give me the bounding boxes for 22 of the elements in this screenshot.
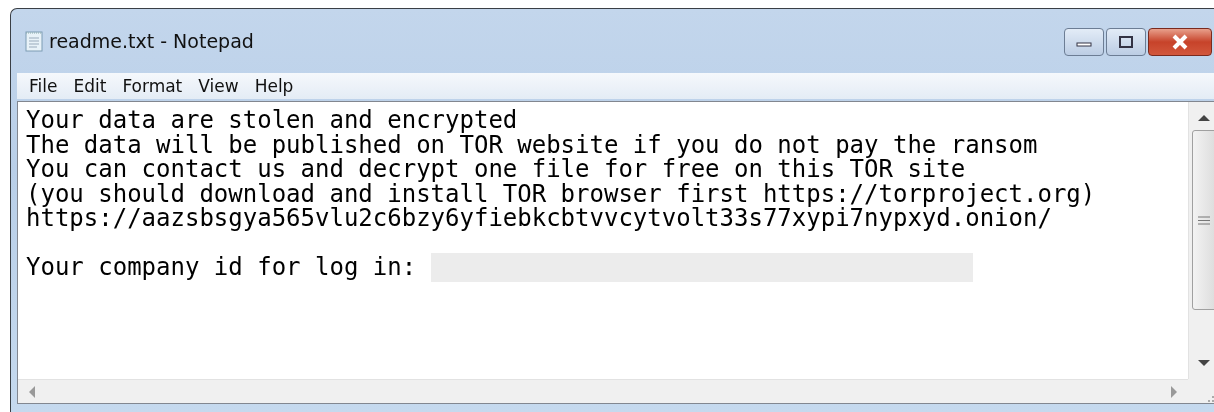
text-line: Your company id for log in:	[26, 255, 418, 280]
text-line: Your data are stolen and encrypted	[26, 108, 518, 133]
scrollbar-thumb[interactable]	[1191, 130, 1214, 310]
scroll-right-icon[interactable]	[1170, 385, 1178, 398]
menu-item[interactable]: Format	[116, 76, 189, 96]
scroll-down-icon[interactable]	[1198, 359, 1210, 367]
close-icon	[1171, 34, 1189, 50]
scroll-up-icon[interactable]	[1198, 114, 1210, 122]
window-title: readme.txt - Notepad	[49, 30, 255, 52]
text-line: You can contact us and decrypt one file for free on this TOR site	[26, 157, 966, 182]
maximize-icon	[1118, 35, 1134, 49]
maximize-button[interactable]	[1106, 28, 1146, 56]
text-line: (you should download and install TOR browser first https://torproject.org)	[26, 181, 1096, 206]
notepad-icon	[25, 30, 43, 52]
menu-item[interactable]: Edit	[67, 76, 113, 96]
close-button[interactable]	[1148, 28, 1212, 56]
scroll-left-icon[interactable]	[28, 385, 36, 398]
menu-item[interactable]: Help	[248, 76, 300, 96]
menu-item[interactable]: View	[192, 76, 245, 96]
text-line: The data will be published on TOR website if you do not pay the ransom	[26, 132, 1038, 157]
menu-item[interactable]: File	[23, 76, 64, 96]
text-line: https://aazsbsgya565vlu2c6bzy6yfiebkcbtvvcytvolt33s77xypi7nypxyd.onion/	[26, 206, 1052, 231]
